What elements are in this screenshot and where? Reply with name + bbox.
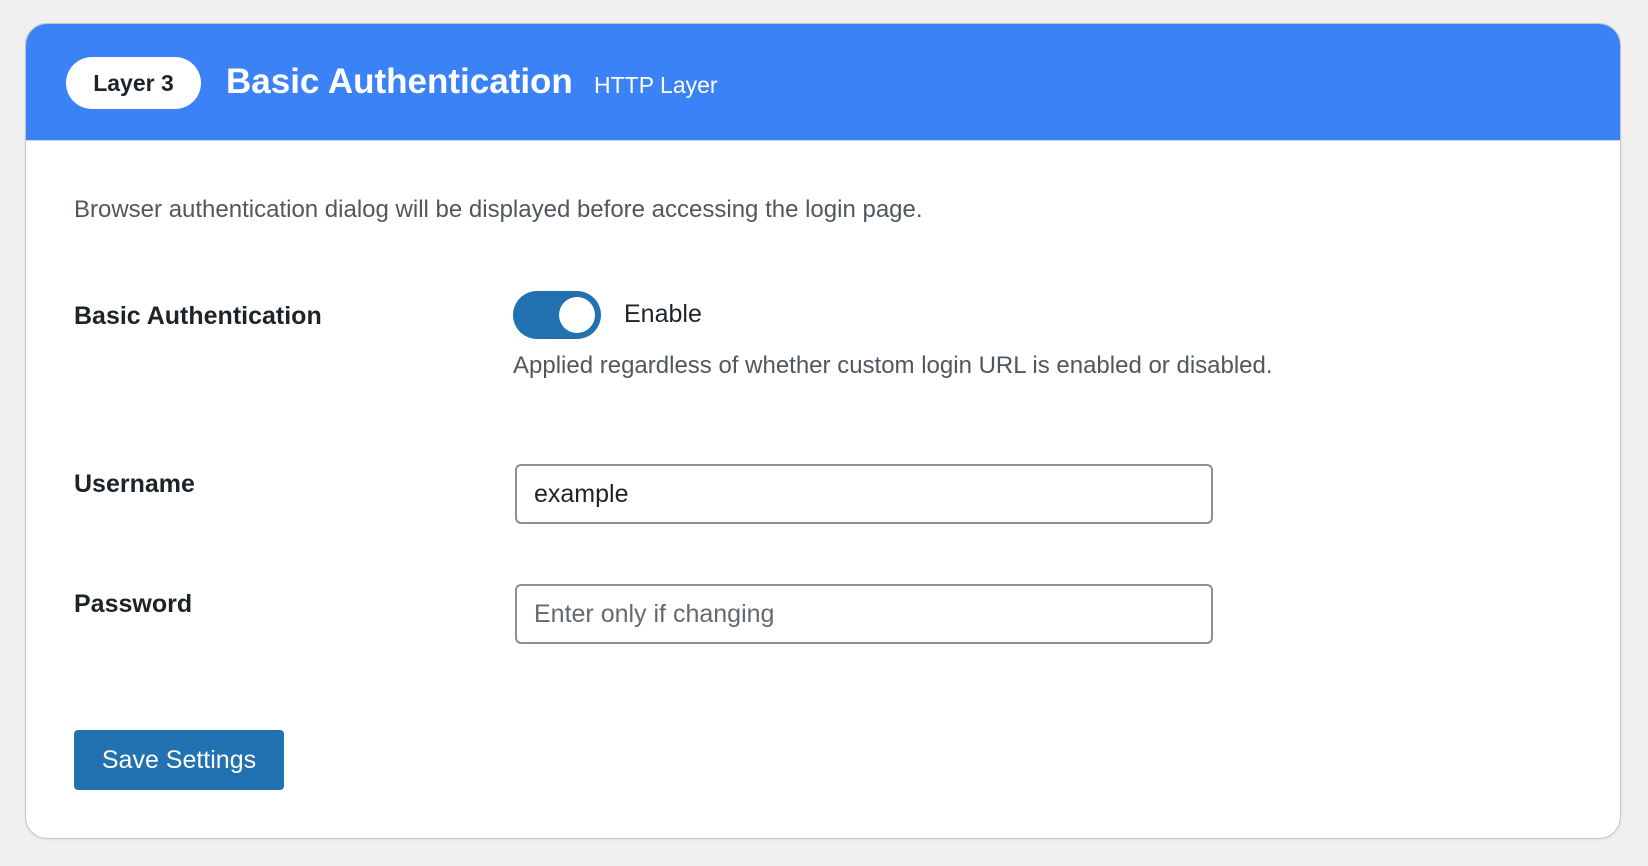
toggle-knob [559, 297, 595, 333]
save-settings-button[interactable]: Save Settings [74, 730, 284, 790]
section-description: Browser authentication dialog will be di… [74, 196, 923, 223]
section-title: Basic Authentication [226, 62, 573, 101]
section-subtitle: HTTP Layer [594, 72, 718, 98]
basic-auth-toggle[interactable] [513, 291, 601, 339]
username-input[interactable] [515, 464, 1213, 524]
toggle-enable-label: Enable [624, 300, 702, 328]
card-header: Layer 3 Basic Authentication HTTP Layer [26, 24, 1620, 141]
password-input[interactable] [515, 584, 1213, 644]
settings-card: Layer 3 Basic Authentication HTTP Layer … [25, 23, 1621, 839]
username-label: Username [74, 470, 195, 498]
basic-auth-label: Basic Authentication [74, 302, 322, 330]
basic-auth-help-text: Applied regardless of whether custom log… [513, 352, 1273, 379]
password-label: Password [74, 590, 193, 618]
layer-badge: Layer 3 [66, 57, 201, 109]
